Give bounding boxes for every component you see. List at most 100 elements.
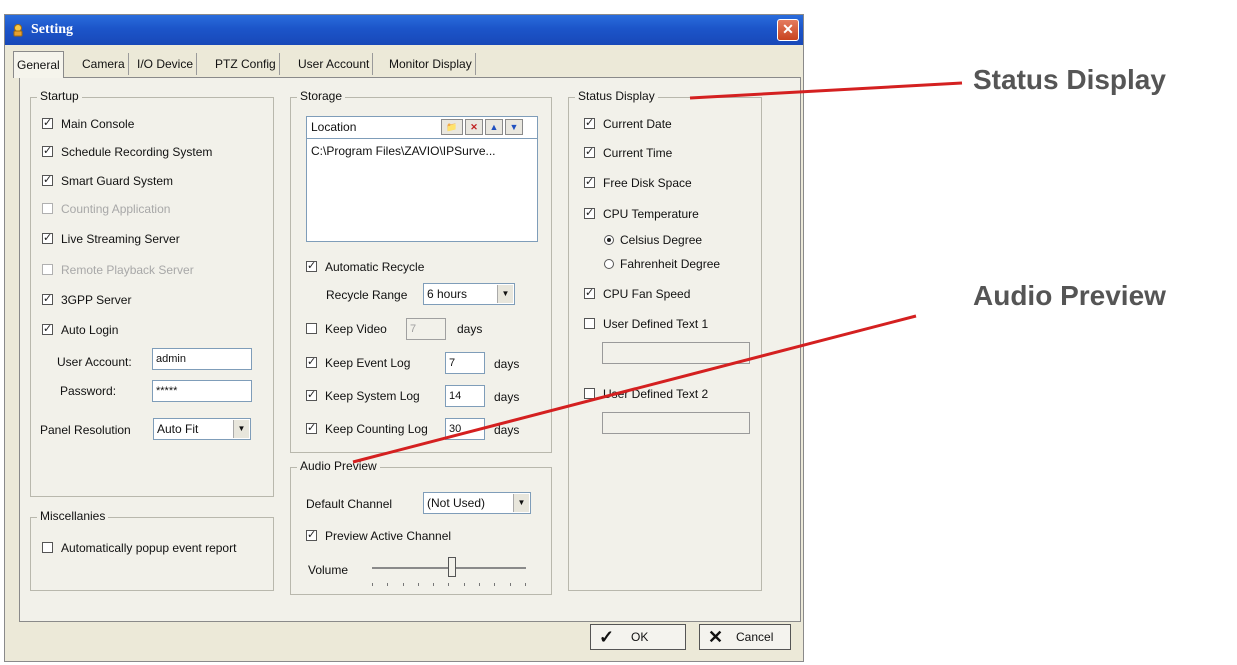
checkbox-box — [584, 286, 595, 299]
current-time-checkbox[interactable]: Current Time — [584, 145, 673, 160]
tab-camera[interactable]: Camera — [79, 53, 129, 75]
keep-system-log-checkbox[interactable]: Keep System Log — [306, 388, 420, 403]
default-channel-select[interactable]: (Not Used) ▼ — [423, 492, 531, 514]
live-streaming-checkbox[interactable]: Live Streaming Server — [42, 231, 180, 246]
smart-guard-checkbox[interactable]: Smart Guard System — [42, 173, 173, 188]
days-label: days — [457, 322, 483, 336]
recycle-range-select[interactable]: 6 hours ▼ — [423, 283, 515, 305]
delete-icon[interactable]: ✕ — [465, 119, 483, 135]
user-defined-text-2-checkbox[interactable]: User Defined Text 2 — [584, 387, 708, 401]
user-account-input[interactable]: admin — [152, 348, 252, 370]
checkbox-label: Main Console — [61, 117, 135, 131]
checkbox-label: Keep Counting Log — [325, 422, 428, 436]
keep-event-log-input[interactable]: 7 — [445, 352, 485, 374]
checkbox-label: Current Date — [603, 117, 672, 131]
checkbox-box — [42, 173, 53, 186]
panel-resolution-select[interactable]: Auto Fit ▼ — [153, 418, 251, 440]
cpu-temperature-checkbox[interactable]: CPU Temperature — [584, 206, 699, 221]
checkbox-label: CPU Fan Speed — [603, 287, 691, 301]
tab-general[interactable]: General — [13, 51, 64, 78]
auto-popup-checkbox[interactable]: Automatically popup event report — [42, 541, 236, 555]
checkbox-box — [306, 528, 317, 541]
fahrenheit-radio[interactable]: Fahrenheit Degree — [604, 257, 720, 271]
free-disk-space-checkbox[interactable]: Free Disk Space — [584, 175, 692, 190]
tab-label: General — [17, 58, 60, 72]
user-defined-text-1-checkbox[interactable]: User Defined Text 1 — [584, 317, 708, 331]
radio-dot — [604, 235, 614, 245]
arrow-down-icon[interactable]: ▼ — [505, 119, 523, 135]
location-item[interactable]: C:\Program Files\ZAVIO\IPSurve... — [311, 144, 533, 158]
preview-active-channel-checkbox[interactable]: Preview Active Channel — [306, 528, 452, 543]
days-label: days — [494, 390, 520, 404]
location-header: Location 📁 ✕ ▲ ▼ — [306, 116, 538, 138]
counting-application-checkbox: Counting Application — [42, 202, 170, 216]
window-title: Setting — [31, 22, 73, 37]
checkbox-box — [584, 206, 595, 219]
location-header-label: Location — [311, 120, 357, 134]
password-input[interactable]: ***** — [152, 380, 252, 402]
cpu-fan-speed-checkbox[interactable]: CPU Fan Speed — [584, 286, 691, 301]
checkbox-label: Remote Playback Server — [61, 263, 194, 277]
ok-button[interactable]: ✓ OK — [590, 624, 686, 650]
checkbox-label: Automatic Recycle — [325, 260, 425, 274]
radio-dot — [604, 259, 614, 269]
tab-io-device[interactable]: I/O Device — [134, 53, 198, 75]
checkbox-label: Schedule Recording System — [61, 145, 213, 159]
chevron-down-icon: ▼ — [497, 285, 513, 303]
radio-label: Fahrenheit Degree — [620, 257, 721, 271]
keep-video-checkbox[interactable]: Keep Video — [306, 322, 387, 336]
folder-icon[interactable]: 📁 — [441, 119, 463, 135]
misc-title: Miscellanies — [37, 509, 109, 523]
checkbox-box — [584, 388, 595, 399]
checkbox-box — [42, 322, 53, 335]
audio-preview-title: Audio Preview — [297, 459, 380, 473]
cancel-button[interactable]: ✕ Cancel — [699, 624, 791, 650]
tab-ptz-config[interactable]: PTZ Config — [212, 53, 280, 75]
days-label: days — [494, 357, 520, 371]
arrow-up-icon[interactable]: ▲ — [485, 119, 503, 135]
status-display-callout: Status Display — [973, 64, 1166, 95]
celsius-radio[interactable]: Celsius Degree — [604, 233, 702, 247]
auto-login-checkbox[interactable]: Auto Login — [42, 322, 119, 337]
checkmark-icon: ✓ — [599, 627, 615, 647]
checkbox-label: Keep Video — [325, 322, 387, 336]
tab-monitor-display[interactable]: Monitor Display — [386, 53, 476, 75]
checkbox-label: Live Streaming Server — [61, 232, 180, 246]
tab-user-account[interactable]: User Account — [295, 53, 374, 75]
schedule-recording-checkbox[interactable]: Schedule Recording System — [42, 144, 213, 159]
password-label: Password: — [60, 384, 117, 398]
keep-counting-log-checkbox[interactable]: Keep Counting Log — [306, 421, 428, 436]
checkbox-box — [306, 421, 317, 434]
ok-label: OK — [631, 630, 649, 644]
app-icon — [13, 24, 23, 37]
checkbox-box — [42, 116, 53, 129]
x-icon: ✕ — [708, 627, 724, 647]
location-list[interactable]: C:\Program Files\ZAVIO\IPSurve... — [306, 138, 538, 242]
current-date-checkbox[interactable]: Current Date — [584, 116, 672, 131]
automatic-recycle-checkbox[interactable]: Automatic Recycle — [306, 259, 425, 274]
checkbox-label: Preview Active Channel — [325, 529, 452, 543]
checkbox-label: Counting Application — [61, 202, 171, 216]
title-bar: Setting ✕ — [5, 15, 803, 45]
keep-counting-log-input[interactable]: 30 — [445, 418, 485, 440]
chevron-down-icon: ▼ — [513, 494, 529, 512]
checkbox-box — [42, 203, 53, 214]
main-console-checkbox[interactable]: Main Console — [42, 116, 135, 131]
volume-slider-thumb[interactable] — [448, 557, 457, 577]
checkbox-label: Current Time — [603, 146, 673, 160]
remote-playback-checkbox: Remote Playback Server — [42, 263, 194, 277]
3gpp-server-checkbox[interactable]: 3GPP Server — [42, 292, 132, 307]
checkbox-box — [306, 355, 317, 368]
checkbox-label: Auto Login — [61, 323, 119, 337]
checkbox-label: 3GPP Server — [61, 293, 132, 307]
tab-label: Camera — [82, 57, 125, 71]
checkbox-box — [42, 264, 53, 275]
keep-event-log-checkbox[interactable]: Keep Event Log — [306, 355, 410, 370]
tab-label: PTZ Config — [215, 57, 276, 71]
checkbox-box — [306, 388, 317, 401]
user-defined-text-2-input — [602, 412, 750, 434]
tab-label: User Account — [298, 57, 370, 71]
recycle-range-value: 6 hours — [427, 287, 468, 301]
close-button[interactable]: ✕ — [777, 19, 799, 41]
keep-system-log-input[interactable]: 14 — [445, 385, 485, 407]
